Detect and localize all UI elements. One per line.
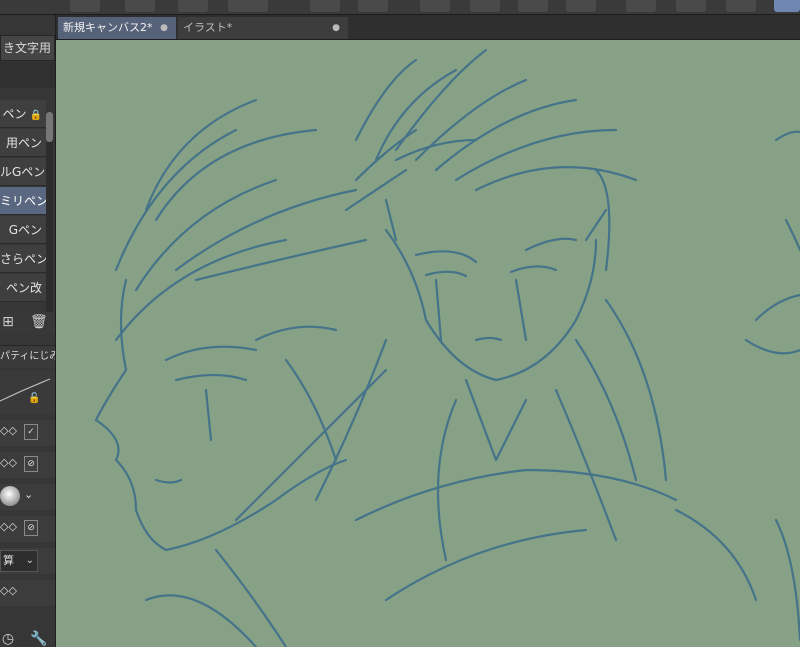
brush-tip-icon[interactable] (0, 486, 20, 506)
redo-button[interactable] (358, 0, 388, 12)
pen-label: ルGペン (0, 165, 46, 179)
clock-icon[interactable]: ◷ (0, 631, 16, 647)
lock-icon: 🔒 (29, 110, 42, 121)
fill-button[interactable] (518, 0, 548, 12)
drawing-canvas[interactable] (56, 40, 800, 647)
invert-selection-button[interactable] (676, 0, 706, 12)
view-mode-button[interactable] (774, 0, 800, 12)
property-row-blend: 算 ⌄ (0, 548, 55, 574)
checkbox-toggle[interactable]: ✓ (24, 424, 38, 440)
spinner-icon[interactable]: ◇◇ (0, 456, 17, 469)
checkbox-toggle[interactable]: ⊘ (24, 456, 38, 472)
pen-item[interactable]: ペン 🔒 (0, 100, 46, 128)
pen-item[interactable]: ペン改 (0, 274, 46, 302)
chevron-down-icon[interactable]: ⌄ (24, 488, 33, 501)
sub-tool-actions: ⊞ 🗑 (0, 312, 55, 334)
trash-icon[interactable]: 🗑 (30, 314, 48, 330)
duplicate-icon[interactable]: ⊞ (0, 314, 16, 330)
pen-label: ペン (2, 107, 27, 121)
scrollbar-thumb[interactable] (46, 112, 53, 142)
add-layer-button[interactable] (125, 0, 155, 12)
wrench-icon[interactable]: 🔧 (30, 631, 47, 647)
sketch-artwork (94, 48, 800, 647)
blend-mode-value: 算 (3, 554, 14, 567)
pen-item[interactable]: 用ペン (0, 129, 46, 157)
effect-button[interactable] (470, 0, 500, 12)
pen-item[interactable]: さらペン (0, 245, 46, 273)
tab-label: 新規キャンバス2* (63, 21, 153, 34)
spinner-icon[interactable]: ◇◇ (0, 424, 17, 437)
sub-tool-group-header[interactable]: き文字用 (0, 35, 55, 61)
pen-label: さらペン (0, 252, 46, 266)
chevron-down-icon: ⌄ (25, 555, 34, 566)
pen-label: Gペン (8, 223, 42, 237)
property-row-density: ◇◇ ⊘ (0, 516, 55, 542)
checkbox-toggle[interactable]: ⊘ (24, 520, 38, 536)
property-footer: ◷ 🔧 (0, 631, 55, 647)
pen-item[interactable]: ルGペン (0, 158, 46, 186)
tool-property-header: パティにじみ (0, 345, 55, 368)
divider (0, 62, 55, 88)
brightness-button[interactable] (420, 0, 450, 12)
pen-item[interactable]: Gペン (0, 216, 46, 244)
tab-illust[interactable]: イラスト* ● (178, 17, 348, 39)
property-row-antialias: ◇◇ (0, 580, 55, 606)
pressure-curve-preview[interactable]: 🔓 (0, 371, 55, 415)
dot-icon[interactable]: ● (332, 17, 340, 39)
scrollbar-track[interactable] (46, 112, 53, 312)
spinner-icon[interactable]: ◇◇ (0, 520, 17, 533)
pen-label: ミリペン (0, 194, 46, 208)
camera-button[interactable] (70, 0, 100, 12)
blend-mode-select[interactable]: 算 ⌄ (0, 550, 38, 572)
property-row-brush-shape: ⌄ (0, 484, 55, 510)
unlock-icon[interactable]: 🔓 (28, 393, 40, 404)
undo-button[interactable] (310, 0, 340, 12)
grid-button[interactable] (726, 0, 756, 12)
pen-label: 用ペン (5, 136, 42, 150)
property-row-opacity: ◇◇ ⊘ (0, 452, 55, 478)
property-row-size: ◇◇ ✓ (0, 420, 55, 446)
tool-sidebar: き文字用 ペン 🔒 用ペン ルGペン ミリペン Gペン さらペン ペン改 ⊞ 🗑 … (0, 15, 56, 647)
tab-label: イラスト* (183, 21, 233, 34)
spinner-icon[interactable]: ◇◇ (0, 584, 17, 597)
pen-label: ペン改 (5, 281, 42, 295)
save-button[interactable] (228, 0, 268, 12)
folder-button[interactable] (178, 0, 208, 12)
dot-icon[interactable]: ● (160, 17, 168, 39)
tab-bar: 新規キャンバス2* ● イラスト* ● (56, 15, 800, 40)
pen-item-selected[interactable]: ミリペン (0, 187, 46, 215)
clear-selection-button[interactable] (626, 0, 656, 12)
tab-new-canvas[interactable]: 新規キャンバス2* ● (58, 17, 176, 39)
top-toolbar (0, 0, 800, 15)
transform-button[interactable] (566, 0, 596, 12)
